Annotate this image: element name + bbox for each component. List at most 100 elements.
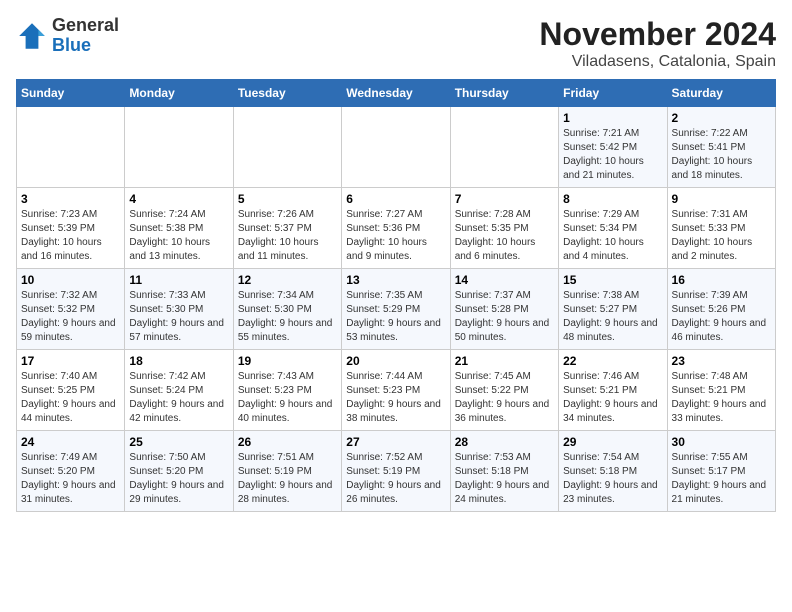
day-number: 13 (346, 273, 445, 287)
day-cell: 29Sunrise: 7:54 AM Sunset: 5:18 PM Dayli… (559, 431, 667, 512)
day-cell (233, 107, 341, 188)
day-cell: 25 Sunrise: 7:50 AM Sunset: 5:20 PM Dayli… (125, 431, 233, 512)
day-info: Sunrise: 7:33 AM Sunset: 5:30 PM Dayligh… (129, 289, 228, 345)
day-info: Sunrise: 7:42 AM Sunset: 5:24 PM Dayligh… (129, 370, 228, 426)
logo-icon (16, 20, 48, 52)
day-number: 26 (238, 435, 337, 449)
day-cell: 24 Sunrise: 7:49 AM Sunset: 5:20 PM Dayli… (17, 431, 125, 512)
day-cell: 17Sunrise: 7:40 AM Sunset: 5:25 PM Dayli… (17, 350, 125, 431)
day-info: Sunrise: 7:34 AM Sunset: 5:30 PM Dayligh… (238, 289, 337, 345)
day-number: 22 (563, 354, 662, 368)
col-header-friday: Friday (559, 80, 667, 107)
day-info: Sunrise: 7:39 AM Sunset: 5:26 PM Dayligh… (672, 289, 771, 345)
day-number: 9 (672, 192, 771, 206)
day-cell (17, 107, 125, 188)
day-number: 20 (346, 354, 445, 368)
day-cell: 20 Sunrise: 7:44 AM Sunset: 5:23 PM Dayli… (342, 350, 450, 431)
day-info: Sunrise: 7:27 AM Sunset: 5:36 PM Dayligh… (346, 208, 445, 264)
week-row-4: 17Sunrise: 7:40 AM Sunset: 5:25 PM Dayli… (17, 350, 776, 431)
day-cell: 22 Sunrise: 7:46 AM Sunset: 5:21 PM Dayli… (559, 350, 667, 431)
day-number: 4 (129, 192, 228, 206)
day-info: Sunrise: 7:40 AM Sunset: 5:25 PM Dayligh… (21, 370, 120, 426)
day-number: 8 (563, 192, 662, 206)
day-info: Sunrise: 7:55 AM Sunset: 5:17 PM Dayligh… (672, 451, 771, 507)
day-cell: 7 Sunrise: 7:28 AM Sunset: 5:35 PM Daylig… (450, 188, 558, 269)
week-row-1: 1 Sunrise: 7:21 AM Sunset: 5:42 PM Daylig… (17, 107, 776, 188)
day-info: Sunrise: 7:46 AM Sunset: 5:21 PM Dayligh… (563, 370, 662, 426)
location-title: Viladasens, Catalonia, Spain (539, 53, 776, 71)
day-cell: 14Sunrise: 7:37 AM Sunset: 5:28 PM Dayli… (450, 269, 558, 350)
day-number: 15 (563, 273, 662, 287)
day-cell: 26 Sunrise: 7:51 AM Sunset: 5:19 PM Dayli… (233, 431, 341, 512)
day-info: Sunrise: 7:31 AM Sunset: 5:33 PM Dayligh… (672, 208, 771, 264)
day-cell: 19 Sunrise: 7:43 AM Sunset: 5:23 PM Dayli… (233, 350, 341, 431)
day-cell: 5Sunrise: 7:26 AM Sunset: 5:37 PM Daylig… (233, 188, 341, 269)
day-number: 23 (672, 354, 771, 368)
day-info: Sunrise: 7:44 AM Sunset: 5:23 PM Dayligh… (346, 370, 445, 426)
title-area: November 2024 Viladasens, Catalonia, Spa… (539, 16, 776, 71)
day-cell: 1 Sunrise: 7:21 AM Sunset: 5:42 PM Daylig… (559, 107, 667, 188)
col-header-sunday: Sunday (17, 80, 125, 107)
day-number: 6 (346, 192, 445, 206)
day-cell: 9 Sunrise: 7:31 AM Sunset: 5:33 PM Daylig… (667, 188, 775, 269)
day-cell: 16Sunrise: 7:39 AM Sunset: 5:26 PM Dayli… (667, 269, 775, 350)
day-number: 19 (238, 354, 337, 368)
day-number: 11 (129, 273, 228, 287)
day-cell: 15Sunrise: 7:38 AM Sunset: 5:27 PM Dayli… (559, 269, 667, 350)
day-cell: 28Sunrise: 7:53 AM Sunset: 5:18 PM Dayli… (450, 431, 558, 512)
day-number: 24 (21, 435, 120, 449)
day-cell: 8 Sunrise: 7:29 AM Sunset: 5:34 PM Daylig… (559, 188, 667, 269)
day-cell: 21 Sunrise: 7:45 AM Sunset: 5:22 PM Dayli… (450, 350, 558, 431)
day-cell (450, 107, 558, 188)
day-number: 27 (346, 435, 445, 449)
day-info: Sunrise: 7:45 AM Sunset: 5:22 PM Dayligh… (455, 370, 554, 426)
header: General Blue November 2024 Viladasens, C… (16, 16, 776, 71)
day-cell: 13 Sunrise: 7:35 AM Sunset: 5:29 PM Dayli… (342, 269, 450, 350)
day-number: 1 (563, 111, 662, 125)
day-info: Sunrise: 7:51 AM Sunset: 5:19 PM Dayligh… (238, 451, 337, 507)
day-number: 7 (455, 192, 554, 206)
day-number: 29 (563, 435, 662, 449)
logo-text: General Blue (52, 16, 119, 56)
day-cell: 10 Sunrise: 7:32 AM Sunset: 5:32 PM Dayli… (17, 269, 125, 350)
day-cell: 11 Sunrise: 7:33 AM Sunset: 5:30 PM Dayli… (125, 269, 233, 350)
header-row: SundayMondayTuesdayWednesdayThursdayFrid… (17, 80, 776, 107)
day-number: 18 (129, 354, 228, 368)
day-cell: 12Sunrise: 7:34 AM Sunset: 5:30 PM Dayli… (233, 269, 341, 350)
col-header-tuesday: Tuesday (233, 80, 341, 107)
day-cell: 3 Sunrise: 7:23 AM Sunset: 5:39 PM Daylig… (17, 188, 125, 269)
day-cell (342, 107, 450, 188)
day-number: 3 (21, 192, 120, 206)
day-info: Sunrise: 7:49 AM Sunset: 5:20 PM Dayligh… (21, 451, 120, 507)
day-info: Sunrise: 7:32 AM Sunset: 5:32 PM Dayligh… (21, 289, 120, 345)
month-title: November 2024 (539, 16, 776, 53)
day-cell (125, 107, 233, 188)
day-info: Sunrise: 7:21 AM Sunset: 5:42 PM Dayligh… (563, 127, 662, 183)
day-info: Sunrise: 7:23 AM Sunset: 5:39 PM Dayligh… (21, 208, 120, 264)
day-number: 14 (455, 273, 554, 287)
logo: General Blue (16, 16, 119, 56)
day-cell: 23Sunrise: 7:48 AM Sunset: 5:21 PM Dayli… (667, 350, 775, 431)
day-number: 25 (129, 435, 228, 449)
day-number: 30 (672, 435, 771, 449)
day-number: 2 (672, 111, 771, 125)
day-info: Sunrise: 7:24 AM Sunset: 5:38 PM Dayligh… (129, 208, 228, 264)
day-number: 21 (455, 354, 554, 368)
day-number: 10 (21, 273, 120, 287)
day-info: Sunrise: 7:43 AM Sunset: 5:23 PM Dayligh… (238, 370, 337, 426)
day-number: 5 (238, 192, 337, 206)
col-header-thursday: Thursday (450, 80, 558, 107)
day-info: Sunrise: 7:35 AM Sunset: 5:29 PM Dayligh… (346, 289, 445, 345)
day-info: Sunrise: 7:22 AM Sunset: 5:41 PM Dayligh… (672, 127, 771, 183)
day-info: Sunrise: 7:28 AM Sunset: 5:35 PM Dayligh… (455, 208, 554, 264)
day-info: Sunrise: 7:29 AM Sunset: 5:34 PM Dayligh… (563, 208, 662, 264)
day-cell: 6 Sunrise: 7:27 AM Sunset: 5:36 PM Daylig… (342, 188, 450, 269)
calendar-table: SundayMondayTuesdayWednesdayThursdayFrid… (16, 79, 776, 512)
day-info: Sunrise: 7:50 AM Sunset: 5:20 PM Dayligh… (129, 451, 228, 507)
day-cell: 4 Sunrise: 7:24 AM Sunset: 5:38 PM Daylig… (125, 188, 233, 269)
week-row-2: 3 Sunrise: 7:23 AM Sunset: 5:39 PM Daylig… (17, 188, 776, 269)
day-number: 28 (455, 435, 554, 449)
col-header-monday: Monday (125, 80, 233, 107)
day-info: Sunrise: 7:52 AM Sunset: 5:19 PM Dayligh… (346, 451, 445, 507)
day-cell: 18 Sunrise: 7:42 AM Sunset: 5:24 PM Dayli… (125, 350, 233, 431)
